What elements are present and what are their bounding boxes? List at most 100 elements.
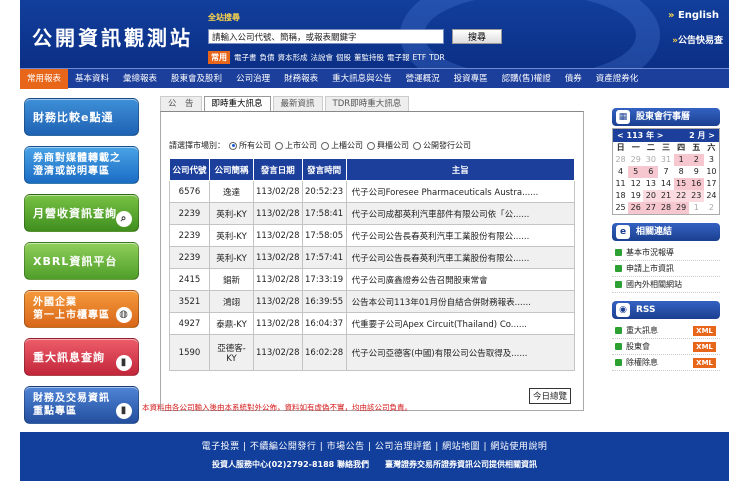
nav-item-summary[interactable]: 彙總報表 bbox=[116, 69, 164, 89]
prev-year-button[interactable]: < 113 年 > bbox=[617, 130, 663, 141]
search-input[interactable] bbox=[208, 29, 444, 44]
nav-item-operations[interactable]: 營運概況 bbox=[399, 69, 447, 89]
nav-item-warrants[interactable]: 認購(售)權證 bbox=[495, 69, 558, 89]
table-row[interactable]: 2239 英利-KY 113/02/28 17:58:05 代子公司公告長春英利汽車工業… bbox=[169, 224, 576, 247]
related-links: 基本市況報導 申請上市資訊 國內外相關網站 bbox=[612, 245, 720, 293]
tab-tdr-news[interactable]: TDR即時重大訊息 bbox=[324, 96, 410, 111]
site-footer: 電子投票 | 不續編公開發行 | 市場公告 | 公司治理評鑑 | 網站地圖 | … bbox=[20, 432, 729, 481]
table-row[interactable]: 4927 泰鼎-KY 113/02/28 16:04:37 代重要子公司Apex Cir… bbox=[169, 312, 576, 335]
english-link[interactable]: » English bbox=[668, 10, 719, 21]
quick-link[interactable]: 董監持股 bbox=[354, 52, 384, 63]
table-row[interactable]: 2415 錩新 113/02/28 17:33:19 代子公司廣鑫證券公告召開股東常會 bbox=[169, 268, 576, 291]
quick-link[interactable]: 資本形成 bbox=[278, 52, 308, 63]
banner-foreign-enterprise[interactable]: 外國企業 第一上市櫃專區 ◍ bbox=[24, 290, 139, 328]
nav-item-common[interactable]: 常用報表 bbox=[20, 68, 69, 89]
search-label: 全站搜尋 bbox=[208, 13, 240, 22]
nav-item-securitization[interactable]: 資產證券化 bbox=[589, 69, 646, 89]
tab-announcements[interactable]: 公 告 bbox=[160, 96, 202, 111]
news-subject-link[interactable]: 代子公司Foresee Pharmaceuticals Austra...... bbox=[345, 180, 576, 203]
news-subject-link[interactable]: 公告本公司113年01月份自結合併財務報表...... bbox=[345, 290, 576, 313]
rss-header: ◉ RSS bbox=[612, 301, 720, 319]
radio-otc[interactable] bbox=[321, 141, 329, 150]
col-name: 公司簡稱 bbox=[209, 158, 254, 181]
today-overview-button[interactable]: 今日總覽 bbox=[528, 388, 571, 404]
table-row[interactable]: 3521 鴻翊 113/02/28 16:39:55 公告本公司113年01月份自結合併… bbox=[169, 290, 576, 313]
nav-item-dividend[interactable]: 股東會及股利 bbox=[164, 69, 229, 89]
quick-link[interactable]: ETF bbox=[413, 53, 427, 62]
link-listing-info[interactable]: 申請上市資訊 bbox=[612, 261, 720, 277]
nav-item-news[interactable]: 重大訊息與公告 bbox=[325, 69, 399, 89]
quick-link[interactable]: 個股 bbox=[336, 52, 351, 63]
xml-badge[interactable]: XML bbox=[693, 342, 716, 352]
xml-badge[interactable]: XML bbox=[693, 358, 716, 368]
rss-item-ex-dividend[interactable]: 除權除息 XML bbox=[612, 355, 720, 371]
tab-realtime-news[interactable]: 即時重大訊息 bbox=[203, 96, 271, 111]
nav-item-financial[interactable]: 財務報表 bbox=[277, 69, 325, 89]
footer-info: 投資人服務中心(02)2792-8188 聯絡我們 臺灣證券交易所證券資訊公司提… bbox=[211, 460, 538, 469]
magnifier-icon: ⌕ bbox=[116, 211, 132, 227]
banner-major-news[interactable]: 重大訊息查詢 ▮ bbox=[24, 338, 139, 376]
banner-financial-compare[interactable]: 財務比較e點通 bbox=[24, 98, 139, 136]
banner-trading-info[interactable]: 財務及交易資訊 重點專區 ▮ bbox=[24, 386, 139, 424]
news-panel: 公 告 即時重大訊息 最新資訊 TDR即時重大訊息 請選擇市場別： 所有公司 上… bbox=[160, 96, 584, 411]
rss-list: 重大訊息 XML 股東會 XML 除權除息 XML bbox=[612, 323, 720, 371]
nav-item-basic[interactable]: 基本資料 bbox=[68, 69, 116, 89]
radio-all[interactable] bbox=[229, 141, 237, 150]
nav-item-governance[interactable]: 公司治理 bbox=[229, 69, 277, 89]
footer-links[interactable]: 電子投票 | 不續編公開發行 | 市場公告 | 公司治理評鑑 | 網站地圖 | … bbox=[20, 432, 729, 452]
search-button[interactable]: 搜尋 bbox=[452, 29, 502, 44]
quick-link[interactable]: 負債 bbox=[260, 52, 275, 63]
xml-badge[interactable]: XML bbox=[693, 326, 716, 336]
radio-listed[interactable] bbox=[275, 141, 283, 150]
banner-xbrl[interactable]: XBRL資訊平台 bbox=[24, 242, 139, 280]
tab-latest-info[interactable]: 最新資訊 bbox=[272, 96, 323, 111]
rss-item-shareholder-meeting[interactable]: 股東會 XML bbox=[612, 339, 720, 355]
quick-link[interactable]: 電子書 bbox=[234, 52, 257, 63]
right-sidebar: ▦ 股東會行事曆 < 113 年 > 2 月 > 日一二三四五六 28 29 30 3… bbox=[612, 108, 720, 371]
col-date: 發言日期 bbox=[253, 158, 303, 181]
shareholder-calendar: < 113 年 > 2 月 > 日一二三四五六 28 29 30 31 1 2 3 4567… bbox=[612, 128, 720, 215]
table-row[interactable]: 1590 亞德客-KY 113/02/28 16:02:28 代子公司亞德客(中國)有限… bbox=[169, 334, 576, 371]
main-nav: 常用報表 基本資料 彙總報表 股東會及股利 公司治理 財務報表 重大訊息與公告 … bbox=[20, 68, 729, 89]
disclaimer: 本資料由各公司輸入後由本系統對外公佈，資料如有虛偽不實，均由該公司負責。 bbox=[142, 403, 412, 412]
news-subject-link[interactable]: 代子公司成都英利汽車部件有限公司依「公...... bbox=[345, 202, 576, 225]
news-subject-link[interactable]: 代子公司公告長春英利汽車工業股份有限公...... bbox=[345, 224, 576, 247]
news-subject-link[interactable]: 代子公司廣鑫證券公告召開股東常會 bbox=[345, 268, 576, 291]
nav-item-investment[interactable]: 投資專區 bbox=[447, 69, 495, 89]
chart-icon: ▮ bbox=[116, 355, 132, 371]
table-row[interactable]: 2239 英利-KY 113/02/28 17:58:41 代子公司成都英利汽車部件有限… bbox=[169, 202, 576, 225]
banner-monthly-revenue[interactable]: 月營收資訊查詢 ⌕ bbox=[24, 194, 139, 232]
faq-link[interactable]: »公告快易查 bbox=[672, 33, 723, 46]
col-code: 公司代號 bbox=[169, 158, 210, 181]
tab-content: 請選擇市場別： 所有公司 上市公司 上櫃公司 興櫃公司 公開發行公司 公司代號 … bbox=[160, 111, 584, 411]
quick-link[interactable]: TDR bbox=[429, 53, 445, 62]
related-links-header: e 相關連結 bbox=[612, 223, 720, 241]
radio-emerging[interactable] bbox=[367, 141, 375, 150]
rss-item-major-news[interactable]: 重大訊息 XML bbox=[612, 323, 720, 339]
calendar-icon: ▦ bbox=[616, 110, 630, 124]
news-subject-link[interactable]: 代子公司公告長春英利汽車工業股份有限公...... bbox=[345, 246, 576, 269]
nav-item-bonds[interactable]: 債券 bbox=[558, 69, 589, 89]
month-selector[interactable]: 2 月 > bbox=[689, 130, 715, 141]
news-subject-link[interactable]: 代子公司亞德客(中國)有限公司公告取得及...... bbox=[345, 334, 576, 371]
news-subject-link[interactable]: 代重要子公司Apex Circuit(Thailand) Co...... bbox=[345, 312, 576, 335]
search-block: 全站搜尋 搜尋 常用 電子書 負債 資本形成 法說會 個股 董監持股 電子報 E… bbox=[208, 12, 502, 64]
site-title[interactable]: 公開資訊觀測站 bbox=[32, 22, 193, 51]
table-row[interactable]: 2239 英利-KY 113/02/28 17:57:41 代子公司公告長春英利汽車工業… bbox=[169, 246, 576, 269]
quick-links: 常用 電子書 負債 資本形成 法說會 個股 董監持股 電子報 ETF TDR bbox=[208, 51, 448, 64]
banner-broker-clarification[interactable]: 券商對媒體轉載之 澄清或說明專區 bbox=[24, 146, 139, 184]
link-related-sites[interactable]: 國內外相關網站 bbox=[612, 277, 720, 293]
quick-link[interactable]: 電子報 bbox=[387, 52, 410, 63]
col-subject: 主旨 bbox=[345, 158, 576, 181]
link-market-report[interactable]: 基本市況報導 bbox=[612, 245, 720, 261]
radio-public[interactable] bbox=[413, 141, 421, 150]
calendar-header: ▦ 股東會行事曆 bbox=[612, 108, 720, 126]
col-time: 發言時間 bbox=[301, 158, 347, 181]
quick-link[interactable]: 法說會 bbox=[311, 52, 334, 63]
quick-tag: 常用 bbox=[208, 51, 230, 64]
rss-icon: ◉ bbox=[616, 303, 630, 317]
market-filter: 請選擇市場別： 所有公司 上市公司 上櫃公司 興櫃公司 公開發行公司 bbox=[169, 141, 471, 150]
table-row[interactable]: 6576 逸達 113/02/28 20:52:23 代子公司Foresee Pharm… bbox=[169, 180, 576, 203]
site-header: 公開資訊觀測站 全站搜尋 搜尋 常用 電子書 負債 資本形成 法說會 個股 董監… bbox=[20, 0, 729, 68]
globe-icon: ◍ bbox=[116, 307, 132, 323]
